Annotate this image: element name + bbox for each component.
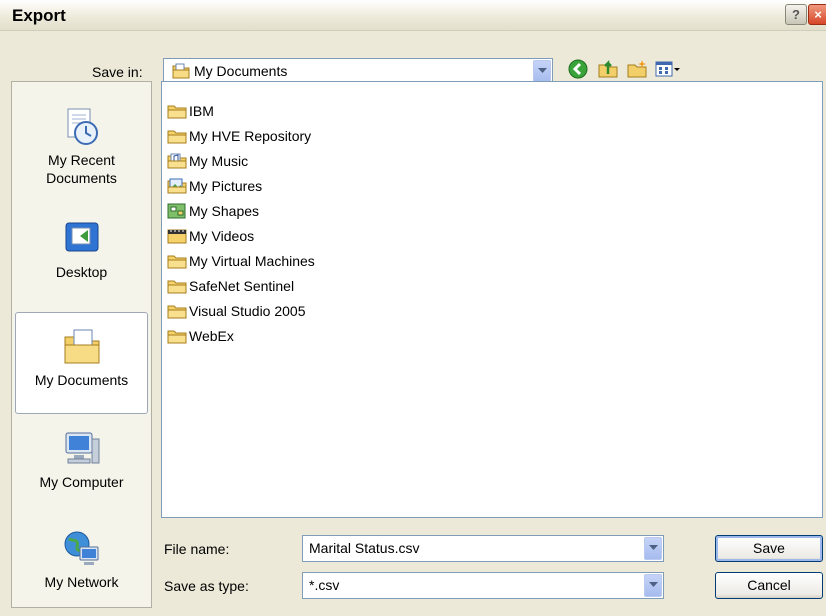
- chevron-down-icon: [538, 68, 547, 73]
- folder-icon: [167, 255, 187, 269]
- file-name: My Shapes: [189, 203, 260, 219]
- videos-folder-icon: [167, 229, 187, 244]
- file-name-dropdown-button[interactable]: [643, 536, 663, 561]
- list-item[interactable]: SafeNet Sentinel: [167, 275, 294, 297]
- place-label: My Recent: [48, 152, 115, 168]
- place-my-network[interactable]: My Network: [15, 528, 148, 604]
- folder-icon: [167, 280, 187, 294]
- close-button[interactable]: ×: [808, 4, 826, 25]
- cancel-button[interactable]: Cancel: [715, 572, 823, 599]
- save-as-type-label: Save as type:: [164, 578, 249, 594]
- chevron-down-icon: [649, 545, 658, 550]
- file-name-field[interactable]: Marital Status.csv: [302, 535, 664, 562]
- new-folder-icon[interactable]: [626, 59, 648, 83]
- place-label: My Network: [44, 574, 119, 590]
- my-network-icon: [62, 529, 102, 569]
- place-my-recent-documents[interactable]: My Recent Documents: [15, 106, 148, 192]
- desktop-icon: [62, 219, 102, 259]
- list-item[interactable]: My Music: [167, 150, 248, 172]
- list-item[interactable]: My Videos: [167, 225, 254, 247]
- list-item[interactable]: My Pictures: [167, 175, 262, 197]
- folder-icon: [167, 305, 187, 319]
- place-label: My Computer: [39, 474, 124, 490]
- recent-documents-icon: [62, 107, 102, 147]
- music-folder-icon: [167, 153, 187, 169]
- file-name-label: File name:: [164, 541, 230, 557]
- file-name: SafeNet Sentinel: [189, 278, 295, 294]
- list-item[interactable]: WebEx: [167, 325, 234, 347]
- place-label: Documents: [46, 170, 117, 186]
- place-my-documents[interactable]: My Documents: [15, 312, 148, 414]
- file-name: My Music: [189, 153, 249, 169]
- places-bar: My Recent Documents Desktop My Documents…: [11, 81, 152, 608]
- folder-icon: [167, 130, 187, 144]
- pictures-folder-icon: [167, 178, 187, 194]
- list-item[interactable]: My Virtual Machines: [167, 250, 315, 272]
- place-desktop[interactable]: Desktop: [15, 218, 148, 288]
- window-title: Export: [12, 6, 66, 25]
- save-as-type-dropdown[interactable]: *.csv: [302, 572, 664, 599]
- file-name-value: Marital Status.csv: [309, 540, 420, 556]
- file-list[interactable]: IBM My HVE Repository My Music My Pictur…: [161, 81, 823, 518]
- list-item[interactable]: IBM: [167, 100, 214, 122]
- list-item[interactable]: My HVE Repository: [167, 125, 311, 147]
- save-in-label: Save in:: [92, 64, 143, 80]
- up-folder-icon[interactable]: [597, 59, 619, 83]
- chevron-down-icon: [649, 582, 658, 587]
- close-icon: ×: [814, 7, 822, 22]
- list-item[interactable]: My Shapes: [167, 200, 259, 222]
- file-name: My Virtual Machines: [189, 253, 315, 269]
- help-button[interactable]: ?: [785, 4, 807, 25]
- file-name: IBM: [189, 103, 214, 119]
- save-as-type-dropdown-button[interactable]: [643, 573, 663, 598]
- list-item[interactable]: Visual Studio 2005: [167, 300, 306, 322]
- my-computer-icon: [62, 429, 102, 469]
- place-label: Desktop: [55, 264, 108, 280]
- save-in-dropdown-button[interactable]: [533, 60, 551, 83]
- shapes-folder-icon: [167, 203, 186, 219]
- file-name: My HVE Repository: [189, 128, 312, 144]
- file-name: WebEx: [189, 328, 234, 344]
- file-name: My Videos: [189, 228, 255, 244]
- back-icon[interactable]: [568, 59, 588, 83]
- my-documents-small-icon: [172, 63, 190, 83]
- file-name: Visual Studio 2005: [189, 303, 306, 319]
- my-documents-icon: [62, 327, 102, 367]
- title-bar: Export ? ×: [0, 0, 826, 31]
- folder-icon: [167, 105, 187, 119]
- file-name: My Pictures: [189, 178, 263, 194]
- place-my-computer[interactable]: My Computer: [15, 428, 148, 498]
- view-menu-icon[interactable]: [655, 59, 681, 83]
- folder-icon: [167, 330, 187, 344]
- place-label: My Documents: [34, 372, 129, 388]
- save-in-value: My Documents: [194, 63, 288, 79]
- save-button[interactable]: Save: [715, 535, 823, 562]
- save-as-type-value: *.csv: [309, 577, 340, 593]
